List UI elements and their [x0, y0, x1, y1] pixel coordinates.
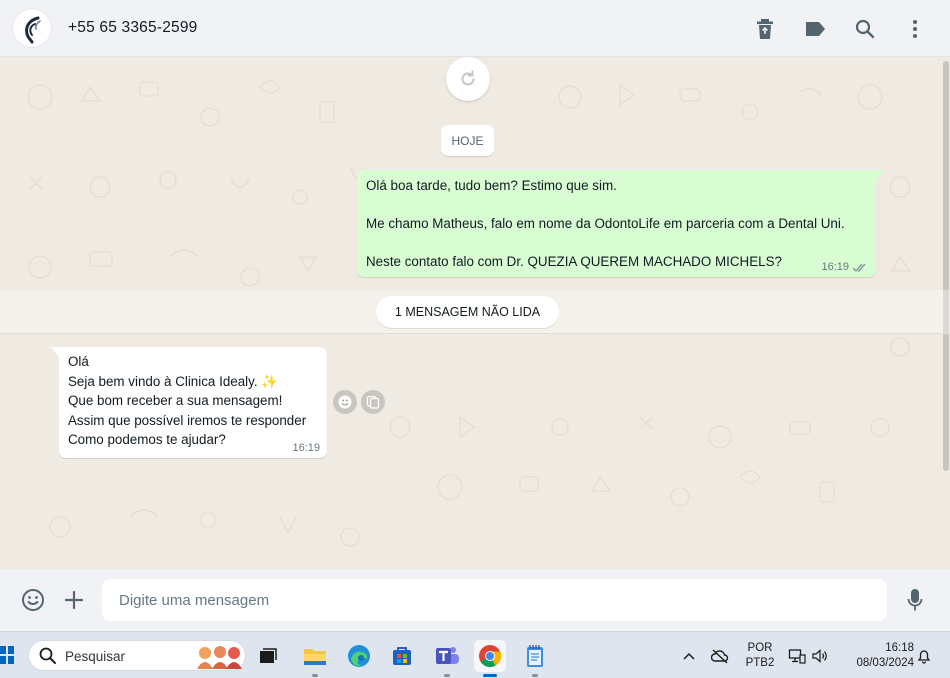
clock-date: 08/03/2024	[856, 657, 914, 669]
show-hidden-icons-chevron-icon[interactable]	[680, 647, 698, 665]
clock-time: 16:18	[885, 642, 914, 654]
cloud-sync-off-icon[interactable]	[711, 647, 729, 665]
unread-messages-label: 1 MENSAGEM NÃO LIDA	[376, 296, 559, 328]
label-icon[interactable]	[802, 16, 828, 42]
taskbar-search[interactable]: Pesquisar	[28, 640, 246, 671]
search-icon[interactable]	[852, 16, 878, 42]
delete-icon[interactable]	[752, 16, 778, 42]
folder-icon	[304, 649, 326, 665]
windows-taskbar: Pesquisar POR PTB2 16:18 08/03/2024	[0, 631, 950, 678]
windows-start-icon[interactable]	[0, 646, 14, 664]
smiley-icon	[338, 395, 352, 409]
search-icon	[39, 647, 56, 664]
running-indicator	[532, 674, 538, 677]
chat-scrollbar[interactable]	[943, 61, 949, 471]
taskbar-app-task-view[interactable]	[252, 640, 284, 672]
message-input[interactable]	[102, 579, 887, 621]
message-line: Me chamo Matheus, falo em nome da Odonto…	[366, 216, 845, 231]
task-view-icon	[260, 648, 277, 663]
emoji-icon[interactable]	[20, 587, 46, 613]
search-highlight-people-icon	[197, 646, 242, 669]
active-indicator	[483, 674, 497, 677]
avatar-logo-icon	[25, 16, 41, 44]
message-time: 16:19	[292, 442, 320, 454]
search-label: Pesquisar	[65, 649, 126, 664]
clock[interactable]: 16:18 08/03/2024	[840, 641, 914, 671]
edge-icon	[348, 645, 370, 667]
contact-avatar[interactable]	[12, 8, 52, 48]
load-older-button[interactable]	[446, 57, 490, 101]
taskbar-app-notepad[interactable]	[519, 640, 551, 677]
keyboard-language-indicator[interactable]: POR PTB2	[742, 641, 778, 671]
microphone-icon[interactable]	[902, 587, 928, 613]
taskbar-app-store[interactable]	[386, 640, 418, 672]
react-emoji-button[interactable]	[333, 390, 357, 414]
taskbar-app-file-explorer[interactable]	[299, 640, 331, 677]
chat-header: +55 65 3365-2599	[0, 0, 950, 57]
message-composer	[0, 569, 950, 631]
menu-icon[interactable]	[902, 16, 928, 42]
bubble-tail	[51, 347, 59, 357]
message-line: Olá	[68, 354, 89, 369]
message-line: Neste contato falo com Dr. QUEZIA QUEREM…	[366, 254, 782, 269]
outgoing-message[interactable]: Olá boa tarde, tudo bem? Estimo que sim.…	[357, 170, 884, 277]
notepad-icon	[527, 645, 543, 667]
message-line: Como podemos te ajudar?	[68, 432, 226, 447]
message-line: Seja bem vindo à Clinica Idealy. ✨	[68, 373, 278, 389]
copy-message-button[interactable]	[361, 390, 385, 414]
date-separator: HOJE	[441, 125, 494, 156]
language-code: POR	[747, 642, 773, 654]
copy-icon	[366, 395, 380, 409]
running-indicator	[312, 674, 318, 677]
store-icon	[393, 647, 411, 665]
chat-area[interactable]: HOJE Olá boa tarde, tudo bem? Estimo que…	[0, 57, 950, 569]
read-ticks-icon	[852, 263, 866, 272]
taskbar-app-chrome[interactable]	[474, 640, 506, 677]
message-time: 16:19	[821, 261, 849, 273]
message-line: Assim que possível iremos te responder	[68, 412, 307, 428]
taskbar-app-teams[interactable]	[431, 640, 463, 677]
message-line: Olá boa tarde, tudo bem? Estimo que sim.	[366, 178, 617, 193]
notifications-bell-icon[interactable]	[915, 647, 933, 665]
chrome-icon	[479, 645, 502, 667]
teams-icon	[436, 647, 459, 664]
refresh-icon	[461, 70, 475, 86]
running-indicator	[444, 674, 450, 677]
message-line: Que bom receber a sua mensagem!	[68, 393, 283, 408]
network-icon[interactable]	[788, 647, 806, 665]
keyboard-layout: PTB2	[745, 657, 775, 669]
contact-name[interactable]: +55 65 3365-2599	[68, 19, 197, 37]
bubble-tail	[876, 170, 884, 180]
message-meta: 16:19	[821, 261, 868, 273]
taskbar-app-edge[interactable]	[343, 640, 375, 672]
volume-icon[interactable]	[811, 647, 829, 665]
incoming-message[interactable]: Olá Seja bem vindo à Clinica Idealy. ✨ Q…	[51, 347, 327, 458]
attach-plus-icon[interactable]	[61, 587, 87, 613]
